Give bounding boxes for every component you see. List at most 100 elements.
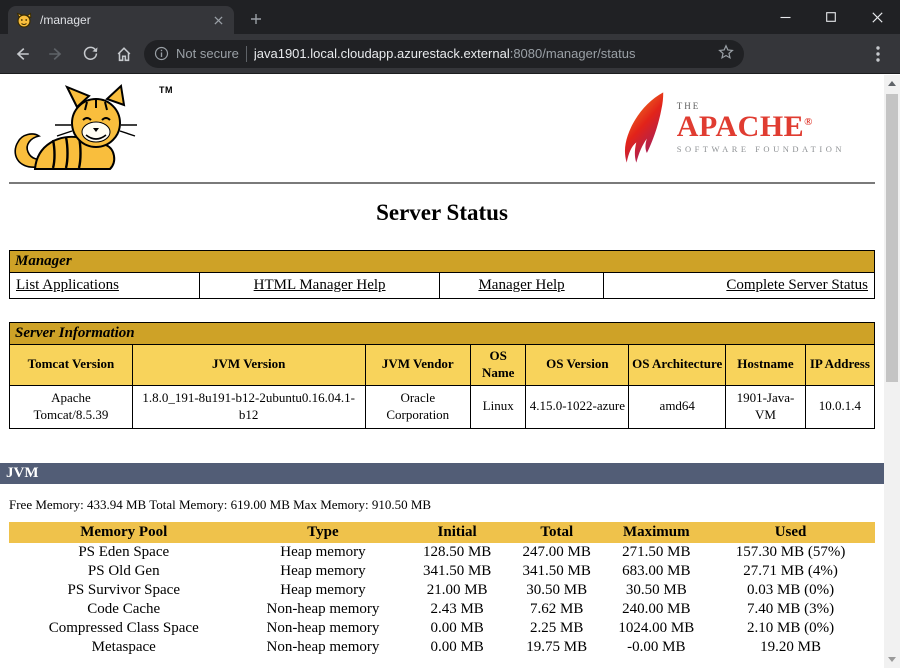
logo-row: TM THE APACHE® SOFTWARE bbox=[9, 83, 875, 180]
tomcat-cat-image bbox=[9, 83, 157, 177]
browser-toolbar: Not secure java1901.local.cloudapp.azure… bbox=[0, 34, 900, 74]
cell: -0.00 MB bbox=[607, 638, 707, 657]
memory-row: PS Survivor Space Heap memory 21.00 MB 3… bbox=[9, 581, 875, 600]
apache-wordmark: APACHE® bbox=[677, 112, 845, 142]
scrollbar-down-icon[interactable] bbox=[884, 651, 900, 668]
cell-ip-address: 10.0.1.4 bbox=[805, 385, 874, 428]
browser-menu-icon[interactable] bbox=[864, 40, 892, 68]
memory-row: PS Eden Space Heap memory 128.50 MB 247.… bbox=[9, 543, 875, 562]
cell: 27.71 MB (4%) bbox=[706, 562, 875, 581]
cell: Compressed Class Space bbox=[9, 619, 239, 638]
link-manager-help[interactable]: Manager Help bbox=[478, 277, 564, 293]
cell: 19.20 MB bbox=[706, 638, 875, 657]
col-header: JVM Version bbox=[132, 345, 365, 386]
browser-tab[interactable]: /manager bbox=[8, 6, 234, 34]
page-title: Server Status bbox=[9, 200, 875, 226]
memory-header-row: Memory Pool Type Initial Total Maximum U… bbox=[9, 522, 875, 543]
cell: 1024.00 MB bbox=[607, 619, 707, 638]
cell: 21.00 MB bbox=[407, 581, 507, 600]
memory-row: Compressed Class Space Non-heap memory 0… bbox=[9, 619, 875, 638]
apache-subtitle: SOFTWARE FOUNDATION bbox=[677, 145, 845, 154]
cell: 240.00 MB bbox=[607, 600, 707, 619]
cell: 30.50 MB bbox=[607, 581, 707, 600]
cell: Code Cache bbox=[9, 600, 239, 619]
page-scrollbar[interactable] bbox=[884, 75, 900, 668]
scrollbar-up-icon[interactable] bbox=[884, 75, 900, 92]
cell: PS Old Gen bbox=[9, 562, 239, 581]
browser-titlebar: /manager bbox=[0, 0, 900, 34]
link-complete-server-status[interactable]: Complete Server Status bbox=[726, 277, 868, 293]
cell-jvm-vendor: Oracle Corporation bbox=[365, 385, 471, 428]
home-icon[interactable] bbox=[110, 40, 138, 68]
server-info-section-title: Server Information bbox=[10, 323, 875, 345]
cell: 7.40 MB (3%) bbox=[706, 600, 875, 619]
tomcat-trademark: TM bbox=[159, 85, 173, 95]
link-html-manager-help[interactable]: HTML Manager Help bbox=[254, 277, 386, 293]
cell: Non-heap memory bbox=[239, 638, 408, 657]
manager-nav-table: Manager List Applications HTML Manager H… bbox=[9, 250, 875, 299]
reload-icon[interactable] bbox=[76, 40, 104, 68]
cell: 0.00 MB bbox=[407, 619, 507, 638]
registered-mark: ® bbox=[804, 116, 813, 128]
cell: 247.00 MB bbox=[507, 543, 607, 562]
col-header: Hostname bbox=[726, 345, 806, 386]
cell: 683.00 MB bbox=[607, 562, 707, 581]
cell-os-name: Linux bbox=[471, 385, 526, 428]
jvm-section-header: JVM bbox=[0, 463, 884, 484]
col-header: Memory Pool bbox=[9, 522, 239, 543]
col-header: OS Architecture bbox=[629, 345, 726, 386]
col-header: OS Version bbox=[526, 345, 629, 386]
cell: PS Eden Space bbox=[9, 543, 239, 562]
apache-logo-text: THE APACHE® SOFTWARE FOUNDATION bbox=[677, 102, 845, 153]
tomcat-favicon-icon bbox=[16, 12, 32, 28]
cell-jvm-version: 1.8.0_191-8u191-b12-2ubuntu0.16.04.1-b12 bbox=[132, 385, 365, 428]
cell: 0.03 MB (0%) bbox=[706, 581, 875, 600]
col-header: Initial bbox=[407, 522, 507, 543]
col-header: Tomcat Version bbox=[10, 345, 133, 386]
cell: Heap memory bbox=[239, 581, 408, 600]
server-info-header-row: Tomcat Version JVM Version JVM Vendor OS… bbox=[10, 345, 875, 386]
col-header: Maximum bbox=[607, 522, 707, 543]
url-text: java1901.local.cloudapp.azurestack.exter… bbox=[254, 46, 636, 61]
memory-row: Metaspace Non-heap memory 0.00 MB 19.75 … bbox=[9, 638, 875, 657]
cell: 157.30 MB (57%) bbox=[706, 543, 875, 562]
memory-pool-table: Memory Pool Type Initial Total Maximum U… bbox=[9, 522, 875, 657]
back-icon[interactable] bbox=[8, 40, 36, 68]
address-bar[interactable]: Not secure java1901.local.cloudapp.azure… bbox=[144, 40, 744, 68]
header-rule bbox=[9, 182, 875, 184]
tomcat-logo: TM bbox=[9, 83, 173, 177]
cell: 271.50 MB bbox=[607, 543, 707, 562]
manager-section-title: Manager bbox=[10, 251, 875, 273]
omnibox-divider bbox=[246, 46, 247, 62]
link-list-applications[interactable]: List Applications bbox=[16, 277, 119, 293]
jvm-memory-summary: Free Memory: 433.94 MB Total Memory: 619… bbox=[9, 497, 875, 513]
forward-icon[interactable] bbox=[42, 40, 70, 68]
tab-title: /manager bbox=[40, 13, 202, 27]
cell: PS Survivor Space bbox=[9, 581, 239, 600]
url-path: :8080/manager/status bbox=[510, 46, 636, 61]
cell: 19.75 MB bbox=[507, 638, 607, 657]
cell: Non-heap memory bbox=[239, 619, 408, 638]
info-icon[interactable] bbox=[154, 46, 169, 61]
manager-links-row: List Applications HTML Manager Help Mana… bbox=[10, 273, 875, 299]
bookmark-star-icon[interactable] bbox=[718, 44, 734, 63]
minimize-icon[interactable] bbox=[762, 0, 808, 34]
new-tab-icon[interactable] bbox=[244, 7, 268, 31]
server-information-table: Server Information Tomcat Version JVM Ve… bbox=[9, 322, 875, 429]
col-header: Used bbox=[706, 522, 875, 543]
cell-hostname: 1901-Java-VM bbox=[726, 385, 806, 428]
cell: 2.25 MB bbox=[507, 619, 607, 638]
maximize-icon[interactable] bbox=[808, 0, 854, 34]
col-header: OS Name bbox=[471, 345, 526, 386]
cell: 341.50 MB bbox=[407, 562, 507, 581]
cell-os-version: 4.15.0-1022-azure bbox=[526, 385, 629, 428]
apache-logo: THE APACHE® SOFTWARE FOUNDATION bbox=[619, 89, 845, 167]
close-icon[interactable] bbox=[854, 0, 900, 34]
tab-close-icon[interactable] bbox=[210, 12, 226, 28]
memory-row: Code Cache Non-heap memory 2.43 MB 7.62 … bbox=[9, 600, 875, 619]
cell: 7.62 MB bbox=[507, 600, 607, 619]
col-header: Total bbox=[507, 522, 607, 543]
scrollbar-thumb[interactable] bbox=[886, 94, 898, 382]
memory-row: PS Old Gen Heap memory 341.50 MB 341.50 … bbox=[9, 562, 875, 581]
security-label: Not secure bbox=[176, 46, 239, 61]
